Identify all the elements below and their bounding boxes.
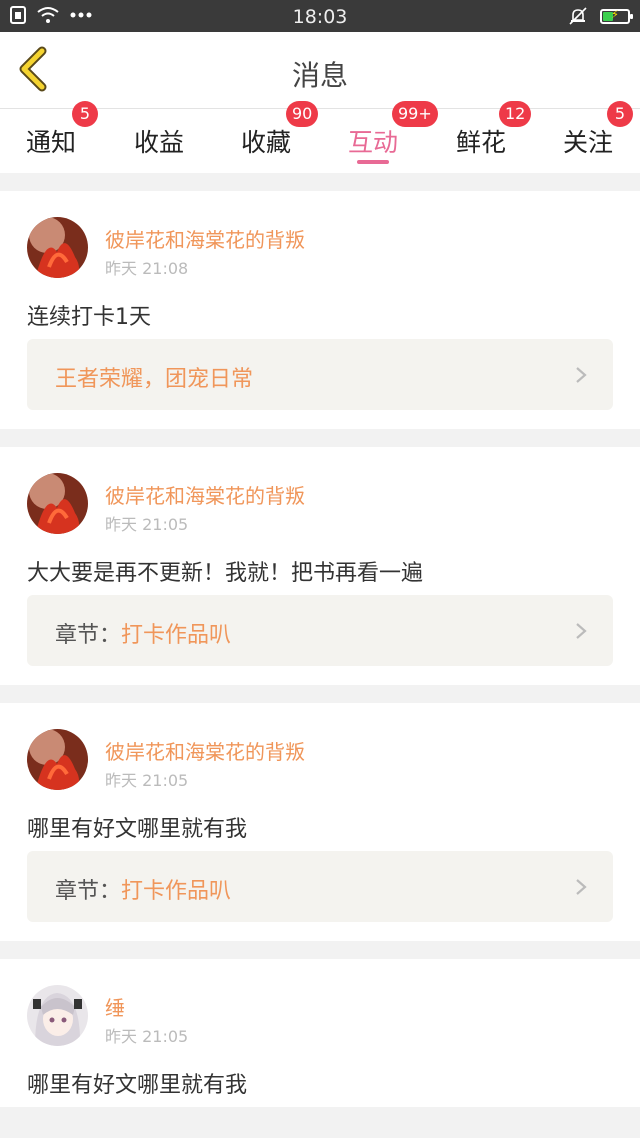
username[interactable]: 彼岸花和海棠花的背叛	[105, 224, 305, 253]
message-content: 哪里有好文哪里就有我	[27, 817, 248, 842]
avatar[interactable]	[27, 729, 88, 790]
timestamp: 昨天 21:08	[105, 259, 189, 278]
message-feed: 彼岸花和海棠花的背叛 昨天 21:08 连续打卡1天 王者荣耀，团宠日常 彼岸花…	[0, 191, 640, 1125]
username[interactable]: 彼岸花和海棠花的背叛	[105, 480, 305, 509]
reference-title: 打卡作品叭	[121, 879, 232, 904]
message-card: 彼岸花和海棠花的背叛 昨天 21:08 连续打卡1天 王者荣耀，团宠日常	[0, 191, 640, 429]
username[interactable]: 彼岸花和海棠花的背叛	[105, 736, 305, 765]
reference-title: 王者荣耀，团宠日常	[55, 367, 254, 392]
avatar[interactable]	[27, 217, 88, 278]
tab-badge: 12	[499, 101, 532, 127]
message-card: 缍 昨天 21:05 哪里有好文哪里就有我	[0, 959, 640, 1107]
message-content: 连续打卡1天	[27, 305, 151, 330]
timestamp: 昨天 21:05	[105, 515, 189, 534]
message-card: 彼岸花和海棠花的背叛 昨天 21:05 哪里有好文哪里就有我 章节：打卡作品叭	[0, 703, 640, 941]
tab-favorites[interactable]: 收藏 90	[216, 101, 319, 173]
avatar[interactable]	[27, 473, 88, 534]
tab-flowers[interactable]: 鲜花 12	[431, 101, 532, 173]
tab-badge: 5	[72, 101, 98, 127]
status-time: 18:03	[292, 6, 348, 28]
message-content: 哪里有好文哪里就有我	[27, 1073, 248, 1098]
avatar[interactable]	[27, 985, 88, 1046]
reference-prefix: 章节：	[55, 623, 122, 648]
reference-link[interactable]: 王者荣耀，团宠日常	[27, 339, 613, 410]
reference-prefix: 章节：	[55, 879, 122, 904]
tab-following[interactable]: 关注 5	[538, 101, 638, 173]
message-content: 大大要是再不更新！我就！把书再看一遍	[27, 561, 424, 586]
page-title: 消息	[291, 59, 348, 92]
tab-badge: 5	[607, 101, 633, 127]
status-bar: 18:03 ⚡	[0, 0, 640, 32]
chevron-right-icon	[576, 879, 587, 895]
username[interactable]: 缍	[105, 992, 125, 1021]
chevron-right-icon	[576, 367, 587, 383]
message-card: 彼岸花和海棠花的背叛 昨天 21:05 大大要是再不更新！我就！把书再看一遍 章…	[0, 447, 640, 685]
active-tab-indicator	[357, 160, 389, 164]
status-icons-right: ⚡	[568, 6, 633, 26]
tab-interactions[interactable]: 互动 99+	[323, 101, 438, 173]
timestamp: 昨天 21:05	[105, 1027, 189, 1046]
tab-bar: 通知 5 收益 收藏 90 互动 99+ 鲜花 12 关注 5	[0, 101, 640, 173]
timestamp: 昨天 21:05	[105, 771, 189, 790]
bell-muted-icon	[569, 7, 587, 25]
battery-icon: ⚡	[600, 8, 633, 24]
tab-notifications[interactable]: 通知 5	[1, 101, 101, 173]
tab-badge: 90	[286, 101, 319, 127]
chevron-right-icon	[576, 623, 587, 639]
reference-title: 打卡作品叭	[121, 623, 232, 648]
reference-link[interactable]: 章节：打卡作品叭	[27, 595, 613, 666]
tab-earnings[interactable]: 收益	[109, 109, 209, 173]
nav-header: 消息	[0, 32, 640, 109]
reference-link[interactable]: 章节：打卡作品叭	[27, 851, 613, 922]
tab-label: 收益	[133, 128, 184, 157]
